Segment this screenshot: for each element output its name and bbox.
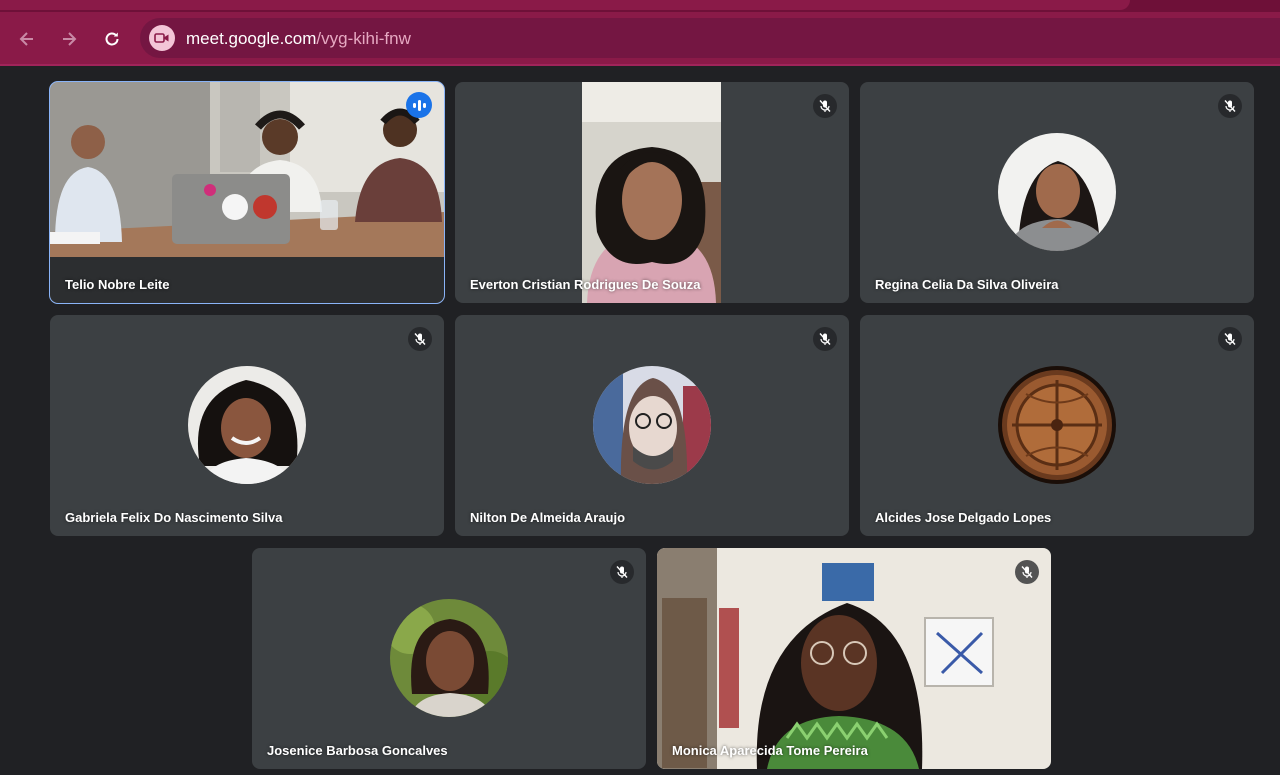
back-button[interactable] [14, 26, 40, 52]
mic-off-icon [610, 560, 634, 584]
camera-video [50, 82, 444, 303]
speaking-indicator-icon [406, 92, 432, 118]
mic-off-icon [1218, 327, 1242, 351]
url-host: meet.google.com [186, 29, 317, 48]
participant-name: Gabriela Felix Do Nascimento Silva [65, 510, 283, 525]
video-camera-icon [154, 33, 169, 43]
participant-tile[interactable]: Nilton De Almeida Araujo [455, 315, 849, 536]
participant-tile[interactable]: Gabriela Felix Do Nascimento Silva [50, 315, 444, 536]
participant-name: Regina Celia Da Silva Oliveira [875, 277, 1059, 292]
url-path: /vyg-kihi-fnw [316, 29, 411, 48]
avatar [390, 599, 508, 717]
avatar [188, 366, 306, 484]
mic-off-icon [1015, 560, 1039, 584]
participant-tile[interactable]: Everton Cristian Rodrigues De Souza [455, 82, 849, 303]
camera-video [582, 82, 721, 303]
address-bar[interactable]: meet.google.com/vyg-kihi-fnw [140, 18, 1280, 58]
reload-button[interactable] [99, 26, 125, 52]
arrow-left-icon [19, 32, 33, 46]
avatar [593, 366, 711, 484]
participant-name: Telio Nobre Leite [65, 277, 170, 292]
participant-tile[interactable]: Regina Celia Da Silva Oliveira [860, 82, 1254, 303]
participant-tile[interactable]: Telio Nobre Leite [49, 81, 445, 304]
active-tab[interactable] [0, 0, 1130, 10]
reload-icon [105, 32, 119, 46]
browser-toolbar: meet.google.com/vyg-kihi-fnw [0, 12, 1280, 66]
arrow-right-icon [63, 32, 77, 46]
url-text: meet.google.com/vyg-kihi-fnw [186, 29, 411, 49]
participant-name: Josenice Barbosa Goncalves [267, 743, 448, 758]
mic-off-icon [813, 94, 837, 118]
avatar [998, 133, 1116, 251]
site-info-button[interactable] [149, 25, 175, 51]
tab-strip [0, 0, 1280, 12]
participant-name: Monica Aparecida Tome Pereira [672, 743, 868, 758]
mic-off-icon [408, 327, 432, 351]
participant-tile[interactable]: Josenice Barbosa Goncalves [252, 548, 646, 769]
participant-name: Nilton De Almeida Araujo [470, 510, 626, 525]
avatar [998, 366, 1116, 484]
participant-tile[interactable]: Monica Aparecida Tome Pereira [657, 548, 1051, 769]
forward-button[interactable] [56, 26, 82, 52]
mic-off-icon [813, 327, 837, 351]
mic-off-icon [1218, 94, 1242, 118]
camera-video [657, 548, 1051, 769]
participant-name: Everton Cristian Rodrigues De Souza [470, 277, 701, 292]
participant-tile[interactable]: Alcides Jose Delgado Lopes [860, 315, 1254, 536]
participant-name: Alcides Jose Delgado Lopes [875, 510, 1052, 525]
